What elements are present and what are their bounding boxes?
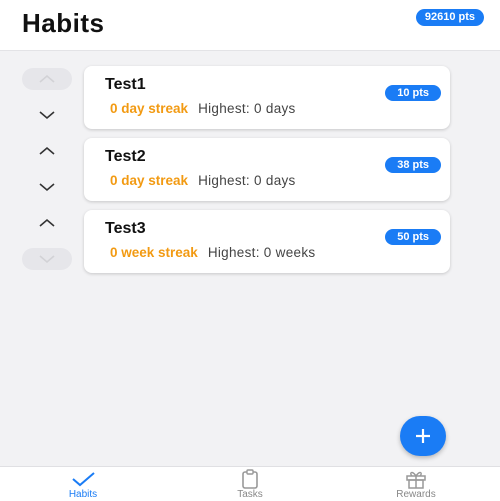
current-streak: 0 day streak	[110, 173, 189, 188]
tab-label: Rewards	[396, 489, 436, 500]
habit-points-badge: 50 pts	[385, 229, 441, 245]
total-points-badge: 92610 pts	[415, 9, 484, 26]
bottom-tab-bar: Habits Tasks Rewards	[0, 466, 500, 501]
move-down-button[interactable]	[22, 104, 72, 126]
plus-icon	[416, 429, 430, 443]
highest-streak: Highest: 0 weeks	[207, 245, 316, 260]
clipboard-icon	[242, 469, 258, 489]
page-title: Habits	[22, 8, 105, 38]
habit-name: Test3	[105, 220, 146, 237]
habit-name: Test1	[105, 76, 146, 93]
chevron-down-icon	[39, 183, 55, 192]
current-streak: 0 week streak	[110, 245, 198, 260]
highest-streak: Highest: 0 days	[198, 101, 296, 116]
move-up-button[interactable]	[22, 212, 72, 234]
tab-rewards[interactable]: Rewards	[356, 467, 476, 501]
streak-info: 0 day streak Highest: 0 days	[110, 101, 296, 116]
current-streak: 0 day streak	[110, 101, 189, 116]
habit-card[interactable]: Test1 10 pts 0 day streak Highest: 0 days	[84, 66, 450, 129]
chevron-down-icon	[39, 255, 55, 264]
chevron-up-icon	[39, 146, 55, 155]
header-bar: Habits 92610 pts	[0, 0, 500, 51]
gift-icon	[406, 471, 426, 489]
chevron-down-icon	[39, 111, 55, 120]
checkmark-icon	[72, 472, 95, 487]
highest-streak: Highest: 0 days	[198, 173, 296, 188]
tab-habits[interactable]: Habits	[23, 467, 143, 501]
tab-label: Tasks	[237, 489, 263, 500]
habit-points-badge: 10 pts	[385, 85, 441, 101]
move-up-button[interactable]	[22, 140, 72, 162]
habit-row: Test3 50 pts 0 week streak Highest: 0 wee…	[0, 210, 500, 276]
tab-label: Habits	[68, 489, 98, 500]
move-down-button[interactable]	[22, 248, 72, 270]
streak-info: 0 day streak Highest: 0 days	[110, 173, 296, 188]
habit-row: Test2 38 pts 0 day streak Highest: 0 days	[0, 138, 500, 204]
habit-points-badge: 38 pts	[385, 157, 441, 173]
streak-info: 0 week streak Highest: 0 weeks	[110, 245, 315, 260]
chevron-up-icon	[39, 74, 55, 83]
habit-card[interactable]: Test3 50 pts 0 week streak Highest: 0 wee…	[84, 210, 450, 273]
habit-card[interactable]: Test2 38 pts 0 day streak Highest: 0 days	[84, 138, 450, 201]
chevron-up-icon	[39, 218, 55, 227]
habit-row: Test1 10 pts 0 day streak Highest: 0 days	[0, 66, 500, 132]
move-up-button[interactable]	[22, 68, 72, 90]
add-habit-button[interactable]	[400, 416, 446, 456]
tab-tasks[interactable]: Tasks	[190, 467, 310, 501]
habit-name: Test2	[105, 148, 146, 165]
move-down-button[interactable]	[22, 176, 72, 198]
